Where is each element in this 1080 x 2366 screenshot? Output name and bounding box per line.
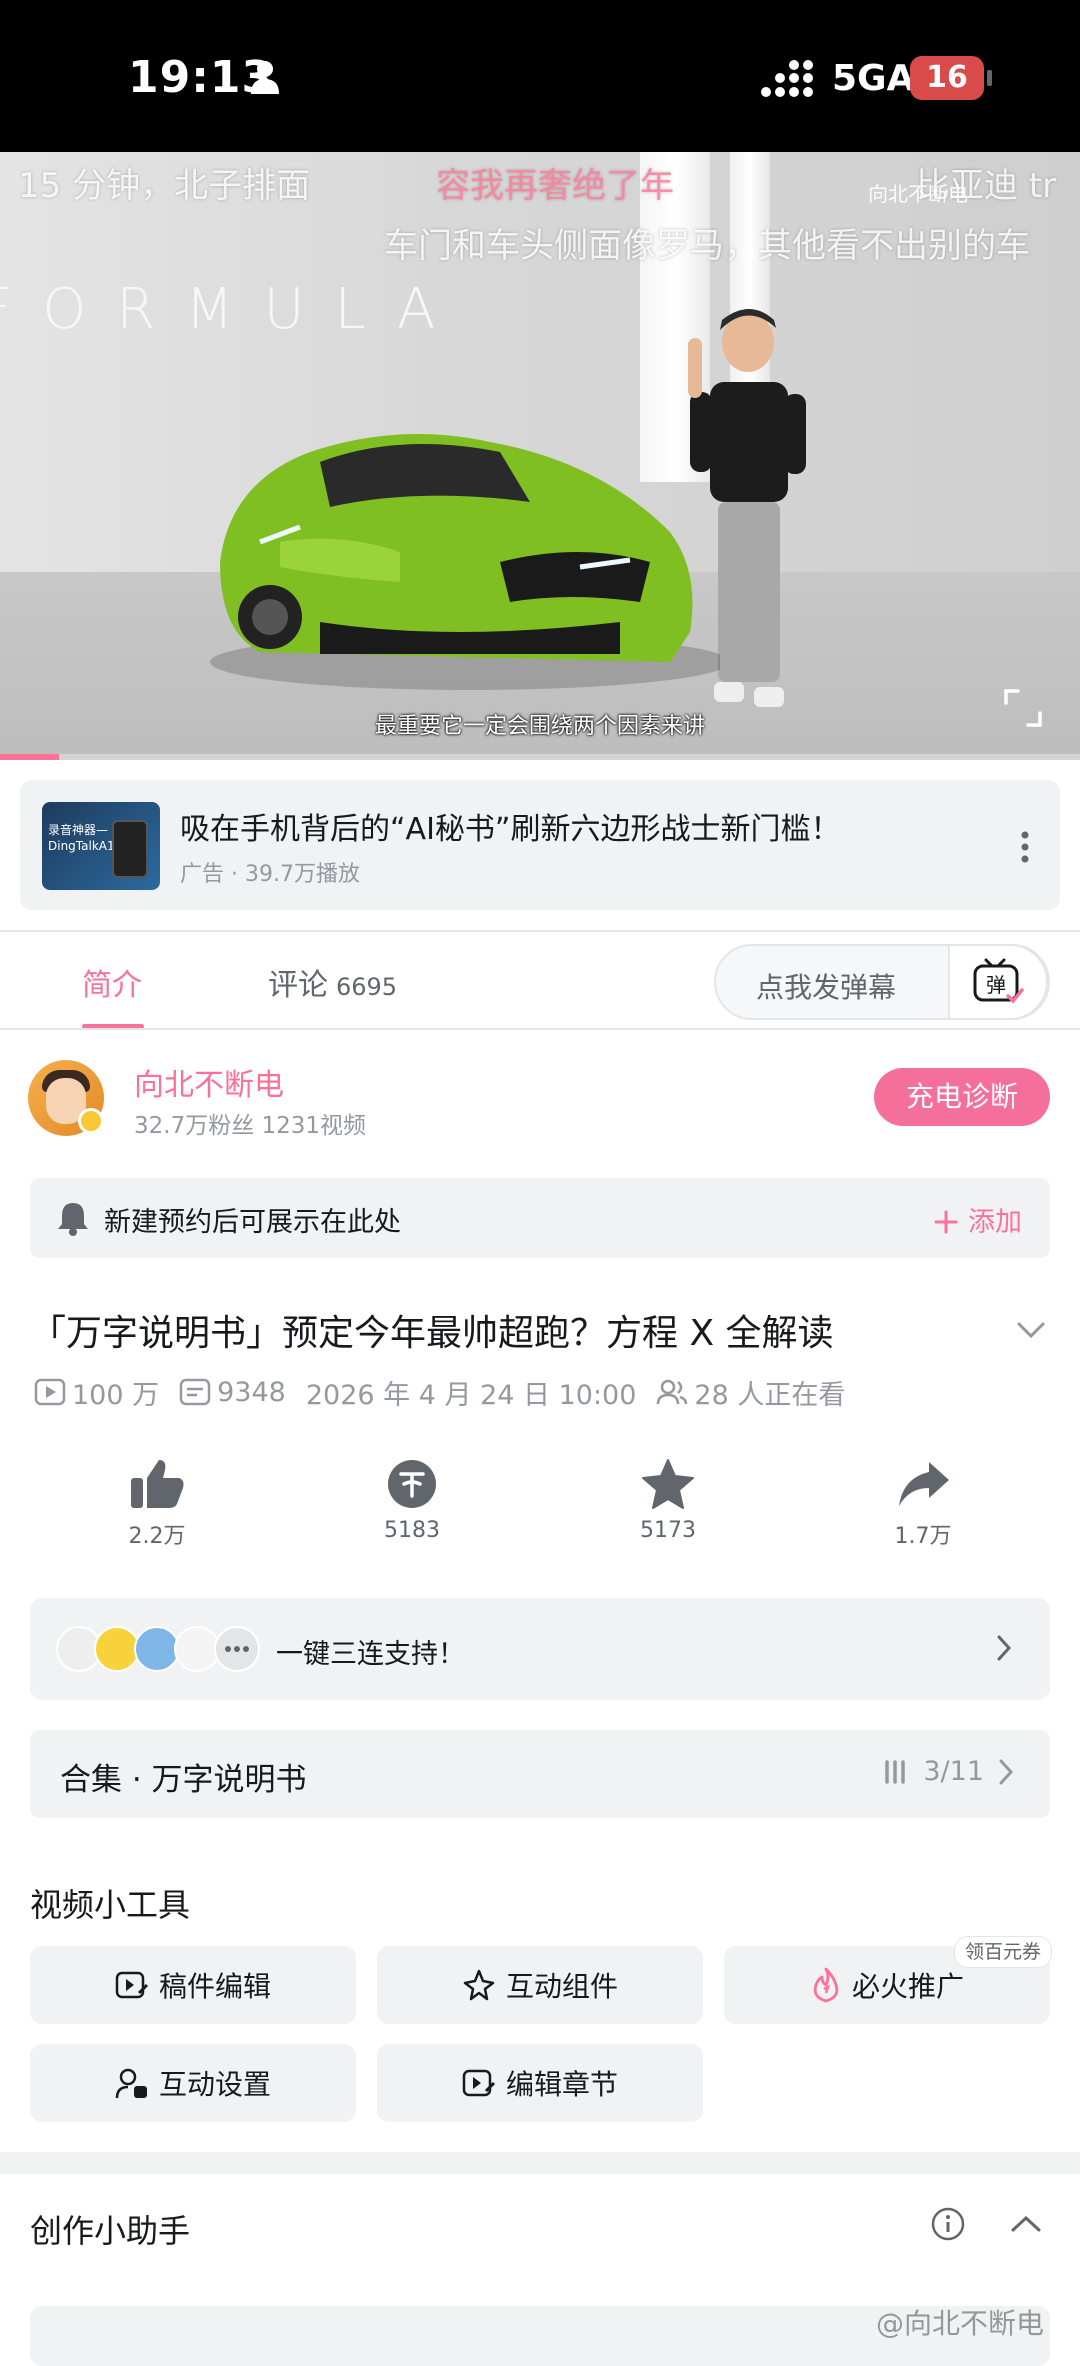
episodes-icon (885, 1759, 906, 1784)
tool-edit-chapters[interactable]: 编辑章节 (377, 2044, 703, 2122)
star-icon (642, 1459, 694, 1509)
watching-count: 28 人正在看 (694, 1379, 846, 1411)
page-watermark: @向北不断电 (876, 2307, 1045, 2340)
video-title: 「万字说明书」预定今年最帅超跑？方程 X 全解读 (30, 1313, 834, 1354)
reservation-text: 新建预约后可展示在此处 (104, 1207, 401, 1238)
ad-title: 吸在手机背后的“AI秘书”刷新六边形战士新门槛！ (180, 812, 841, 847)
danmaku-item: 车门和车头侧面像罗马，其他看不出别的车 (384, 226, 1030, 266)
person-icon (251, 61, 279, 94)
edit-chapters-icon (462, 2069, 496, 2097)
more-emoji-icon (214, 1626, 260, 1672)
share-button[interactable]: 1.7万 (863, 1458, 983, 1550)
play-count-icon (34, 1378, 66, 1406)
collection-progress: 3/11 (883, 1756, 1014, 1787)
share-icon (899, 1462, 949, 1506)
svg-text:弹: 弹 (986, 973, 1006, 997)
publish-date: 2026 年 4 月 24 日 10:00 (305, 1379, 637, 1411)
favorite-count: 5173 (640, 1518, 696, 1543)
video-backdrop-text: FORMULA (0, 277, 466, 342)
ad-thumbnail: 录音神器—DingTalkA1 (42, 802, 160, 890)
like-icon (131, 1460, 184, 1508)
plus-icon (934, 1210, 958, 1234)
video-watermark: 向北不断电 (868, 182, 968, 206)
coin-count: 5183 (384, 1518, 440, 1543)
watching-icon (657, 1379, 688, 1405)
view-count: 100 万 (72, 1379, 160, 1411)
assistant-heading: 创作小助手 (30, 2212, 191, 2250)
progress-fill (0, 754, 60, 760)
bell-icon (58, 1203, 88, 1236)
uploader-stats: 32.7万粉丝 1231视频 (134, 1113, 367, 1139)
verified-badge-icon (78, 1108, 104, 1134)
more-icon[interactable] (1020, 830, 1030, 864)
uploader-name[interactable]: 向北不断电 (134, 1060, 284, 1104)
triple-support-bar[interactable]: 一键三连支持！ (30, 1598, 1050, 1700)
like-count: 2.2万 (128, 1524, 186, 1549)
info-icon[interactable] (930, 2206, 966, 2242)
share-count: 1.7万 (894, 1524, 952, 1549)
fullscreen-icon[interactable] (1004, 689, 1042, 727)
tab-comment-label: 评论 (268, 968, 328, 1003)
signal-icon (761, 60, 813, 97)
video-subtitle: 最重要它一定会围绕两个因素来讲 (374, 714, 705, 739)
reservation-bar[interactable]: 新建预约后可展示在此处 添加 (30, 1178, 1050, 1258)
chevron-right-icon (997, 1635, 1012, 1661)
battery-indicator: 16 (910, 56, 992, 100)
danmaku-count: 9348 (217, 1376, 286, 1408)
ad-card[interactable]: 录音神器—DingTalkA1 吸在手机背后的“AI秘书”刷新六边形战士新门槛！… (20, 780, 1060, 910)
favorite-button[interactable]: 5173 (608, 1458, 728, 1543)
coupon-badge: 领百元券 (954, 1936, 1053, 1968)
sparkle-icon (463, 1969, 495, 2001)
triple-support-text: 一键三连支持！ (276, 1639, 465, 1670)
ad-subtitle: 广告 · 39.7万播放 (180, 862, 360, 887)
chevron-up-icon[interactable] (1010, 2214, 1042, 2234)
danmaku-toggle-button[interactable]: 弹 (948, 944, 1048, 1020)
tools-heading: 视频小工具 (30, 1886, 191, 1924)
tab-intro[interactable]: 简介 (82, 960, 142, 1004)
charge-diagnose-button[interactable]: 充电诊断 (874, 1068, 1050, 1126)
reservation-add-button[interactable]: 添加 (934, 1200, 1022, 1239)
user-settings-icon (115, 2068, 147, 2099)
video-car (210, 434, 720, 690)
danmaku-input[interactable]: 点我发弹幕 弹 (714, 944, 1050, 1020)
danmaku-item: 容我再奢绝了年 (436, 166, 674, 206)
coin-button[interactable]: 5183 (352, 1458, 472, 1543)
video-player[interactable]: FORMULA 15 分钟，北子排面 容我再奢绝了年 比亚迪 tr 车门和车头侧… (0, 152, 1080, 760)
chevron-right-icon (999, 1759, 1014, 1784)
like-button[interactable]: 2.2万 (97, 1458, 217, 1550)
chevron-down-icon[interactable] (1016, 1320, 1046, 1340)
danmaku-item: 15 分钟，北子排面 (18, 166, 311, 206)
comment-count: 6695 (336, 973, 398, 1001)
tab-comment[interactable]: 评论 6695 (268, 960, 397, 1004)
status-bar: 19:13 5GA 16 (0, 0, 1080, 152)
network-type: 5GA (832, 58, 915, 99)
collection-title: 合集 · 万字说明书 (60, 1762, 307, 1798)
collection-bar[interactable]: 合集 · 万字说明书 3/11 (30, 1730, 1050, 1818)
danmaku-placeholder: 点我发弹幕 (756, 971, 897, 1004)
tool-interaction-settings[interactable]: 互动设置 (30, 2044, 356, 2122)
fire-icon (813, 1967, 839, 2003)
coin-icon (388, 1460, 436, 1508)
edit-video-icon (115, 1971, 149, 1999)
tool-edit-manuscript[interactable]: 稿件编辑 (30, 1946, 356, 2024)
tool-interactive-components[interactable]: 互动组件 (377, 1946, 703, 2024)
danmaku-toggle-icon: 弹 (973, 958, 1024, 1004)
progress-track[interactable] (0, 754, 1080, 760)
video-meta: 100 万 9348 2026 年 4 月 24 日 10:00 28 人正在看 (34, 1374, 846, 1411)
danmaku-count-icon (179, 1378, 211, 1406)
